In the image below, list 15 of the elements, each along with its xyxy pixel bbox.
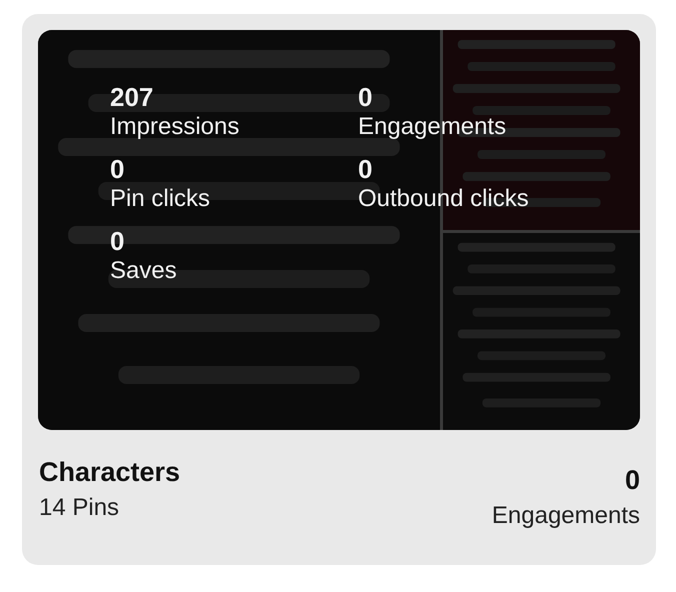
stat-label: Engagements [358, 112, 508, 142]
stat-label: Impressions [110, 112, 240, 142]
pin-count: 14 Pins [39, 494, 120, 522]
stat-label: Saves [110, 256, 178, 286]
stat-label: Outbound clicks [358, 184, 530, 214]
board-title: Characters [39, 456, 180, 488]
stat-label: Pin clicks [110, 184, 212, 214]
stat-value: 207 [110, 82, 154, 112]
board-card[interactable]: 207 Impressions 0 Engagements 0 Pin clicks 0 Outbound clicks 0 Saves Characters 14 Pins 0 Engagements [22, 14, 656, 565]
engagements-value: 0 [624, 464, 640, 496]
stat-value: 0 [358, 82, 374, 112]
engagements-label: Engagements [492, 502, 640, 530]
stat-value: 0 [110, 226, 126, 256]
stat-value: 0 [110, 154, 126, 184]
stat-value: 0 [358, 154, 374, 184]
